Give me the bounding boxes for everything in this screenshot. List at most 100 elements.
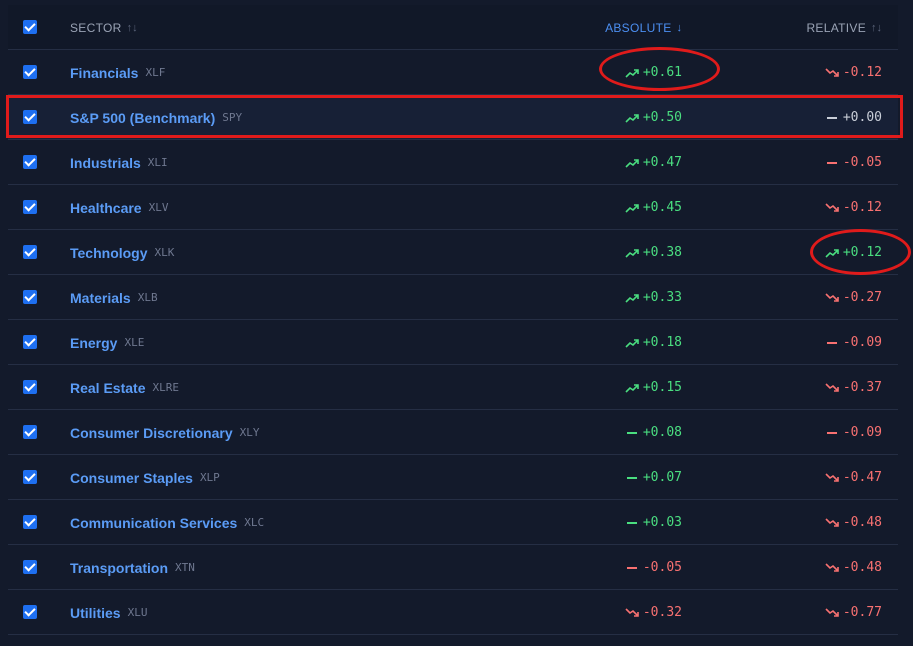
table-row[interactable]: Energy XLE +0.18 -0.09 — [8, 320, 898, 365]
sector-cell: S&P 500 (Benchmark) SPY — [70, 95, 242, 140]
table-row[interactable]: Transportation XTN -0.05 -0.48 — [8, 545, 898, 590]
sector-cell: Financials XLF — [70, 50, 165, 95]
trending-up-icon — [625, 293, 639, 303]
sector-cell: Industrials XLI — [70, 140, 168, 185]
sector-cell: Materials XLB — [70, 275, 158, 320]
relative-cell: -0.12 — [825, 185, 882, 230]
relative-number: -0.77 — [842, 605, 882, 620]
relative-cell: -0.48 — [825, 545, 882, 590]
relative-number: -0.48 — [842, 515, 882, 530]
table-row[interactable]: Materials XLB +0.33 -0.27 — [8, 275, 898, 320]
row-checkbox[interactable] — [23, 515, 37, 529]
row-checkbox[interactable] — [23, 380, 37, 394]
table-row[interactable]: Industrials XLI +0.47 -0.05 — [8, 140, 898, 185]
sector-ticker: XLB — [137, 291, 158, 304]
table-row[interactable]: S&P 500 (Benchmark) SPY +0.50 +0.00 — [8, 95, 898, 140]
absolute-value: +0.50 — [625, 110, 682, 125]
table-row[interactable]: Real Estate XLRE +0.15 -0.37 — [8, 365, 898, 410]
absolute-value: -0.05 — [626, 560, 682, 575]
sector-name-link[interactable]: Consumer Discretionary — [70, 425, 233, 441]
trending-up-icon — [625, 383, 639, 393]
relative-cell: +0.12 — [825, 230, 882, 275]
relative-cell: -0.09 — [826, 320, 882, 365]
sector-name-link[interactable]: Consumer Staples — [70, 470, 193, 486]
absolute-cell: +0.07 — [626, 455, 682, 500]
sector-name-link[interactable]: Energy — [70, 335, 117, 351]
row-checkbox[interactable] — [23, 605, 37, 619]
trending-down-icon — [825, 382, 839, 392]
flat-dash-icon — [826, 161, 837, 164]
row-checkbox[interactable] — [23, 560, 37, 574]
sector-name-link[interactable]: Transportation — [70, 560, 168, 576]
flat-dash-icon — [826, 431, 837, 434]
sector-name-link[interactable]: Communication Services — [70, 515, 237, 531]
trending-up-icon — [625, 203, 639, 213]
relative-value: -0.37 — [825, 380, 882, 395]
absolute-value: +0.61 — [625, 65, 682, 80]
relative-number: +0.00 — [842, 110, 882, 125]
row-checkbox[interactable] — [23, 335, 37, 349]
sector-cell: Communication Services XLC — [70, 500, 264, 545]
absolute-number: +0.50 — [642, 110, 682, 125]
relative-cell: +0.00 — [826, 95, 882, 140]
trending-up-icon — [625, 158, 639, 168]
sector-cell: Consumer Discretionary XLY — [70, 410, 259, 455]
select-all-checkbox[interactable] — [23, 20, 37, 34]
absolute-number: +0.15 — [642, 380, 682, 395]
row-checkbox[interactable] — [23, 290, 37, 304]
table-row[interactable]: Utilities XLU -0.32 -0.77 — [8, 590, 898, 635]
relative-number: -0.47 — [842, 470, 882, 485]
relative-cell: -0.12 — [825, 50, 882, 95]
sector-name-link[interactable]: Utilities — [70, 605, 121, 621]
sector-header-label: SECTOR — [70, 20, 122, 35]
sector-column-header[interactable]: SECTOR ↑↓ — [70, 5, 138, 50]
absolute-cell: +0.15 — [625, 365, 682, 410]
row-checkbox[interactable] — [23, 245, 37, 259]
table-row[interactable]: Communication Services XLC +0.03 -0.48 — [8, 500, 898, 545]
absolute-value: +0.38 — [625, 245, 682, 260]
row-checkbox[interactable] — [23, 200, 37, 214]
row-checkbox[interactable] — [23, 65, 37, 79]
absolute-cell: +0.33 — [625, 275, 682, 320]
absolute-column-header[interactable]: ABSOLUTE ↓ — [605, 5, 682, 50]
sector-name-link[interactable]: Financials — [70, 65, 138, 81]
sector-name-link[interactable]: Healthcare — [70, 200, 142, 216]
sector-name-link[interactable]: Real Estate — [70, 380, 145, 396]
sector-name-link[interactable]: Technology — [70, 245, 148, 261]
trending-down-icon — [825, 67, 839, 77]
table-row[interactable]: Healthcare XLV +0.45 -0.12 — [8, 185, 898, 230]
sector-name-link[interactable]: Materials — [70, 290, 131, 306]
row-checkbox[interactable] — [23, 110, 37, 124]
sort-desc-icon: ↓ — [676, 21, 683, 34]
table-row[interactable]: Consumer Staples XLP +0.07 -0.47 — [8, 455, 898, 500]
relative-cell: -0.47 — [825, 455, 882, 500]
sector-ticker: XLE — [124, 336, 145, 349]
trending-down-icon — [825, 202, 839, 212]
sector-cell: Energy XLE — [70, 320, 144, 365]
trending-down-icon — [825, 562, 839, 572]
sector-ticker: XLRE — [152, 381, 179, 394]
relative-value: -0.48 — [825, 515, 882, 530]
sector-cell: Utilities XLU — [70, 590, 147, 635]
flat-dash-icon — [626, 476, 637, 479]
sector-ticker: XTN — [175, 561, 195, 574]
sector-ticker: XLI — [147, 156, 168, 169]
absolute-number: +0.47 — [642, 155, 682, 170]
sector-name-link[interactable]: Industrials — [70, 155, 141, 171]
relative-value: -0.48 — [825, 560, 882, 575]
relative-value: -0.47 — [825, 470, 882, 485]
flat-dash-icon — [826, 116, 837, 119]
relative-number: +0.12 — [842, 245, 882, 260]
relative-column-header[interactable]: RELATIVE ↑↓ — [806, 5, 882, 50]
row-checkbox[interactable] — [23, 155, 37, 169]
relative-value: -0.27 — [825, 290, 882, 305]
row-checkbox[interactable] — [23, 425, 37, 439]
trending-up-icon — [625, 338, 639, 348]
table-row[interactable]: Financials XLF +0.61 -0.12 — [8, 50, 898, 95]
absolute-value: +0.45 — [625, 200, 682, 215]
table-row[interactable]: Technology XLK +0.38 +0.12 — [8, 230, 898, 275]
table-row[interactable]: Consumer Discretionary XLY +0.08 -0.09 — [8, 410, 898, 455]
row-checkbox[interactable] — [23, 470, 37, 484]
sector-name-link[interactable]: S&P 500 (Benchmark) — [70, 110, 215, 126]
relative-number: -0.12 — [842, 200, 882, 215]
